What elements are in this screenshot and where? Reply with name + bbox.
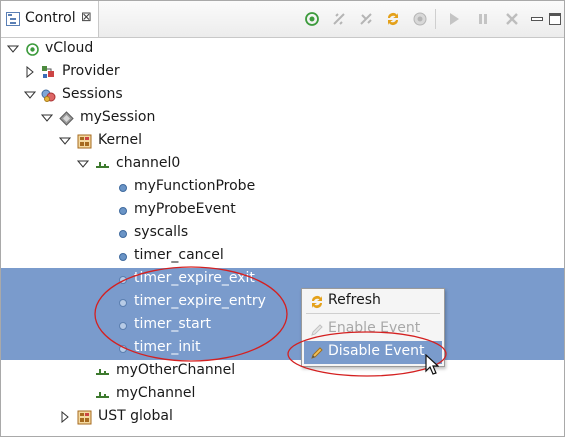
event-icon	[119, 322, 127, 330]
tree-node-other-channel[interactable]: myOtherChannel	[1, 360, 564, 383]
tree-node-event[interactable]: syscalls	[1, 222, 564, 245]
event-icon	[119, 345, 127, 353]
tree-node-session[interactable]: mySession	[1, 107, 564, 130]
control-view: Control ⊠ vCloud Provider Sessions mySes…	[0, 0, 565, 437]
provider-icon	[42, 66, 54, 78]
channel-icon	[96, 162, 109, 168]
tab-control[interactable]: Control ⊠	[1, 1, 99, 37]
control-tree: vCloud Provider Sessions mySession Kerne…	[1, 38, 564, 436]
menu-item-disable-event[interactable]: Disable Event	[304, 341, 442, 364]
tree-label: timer_expire_entry	[134, 293, 266, 309]
tree-node-ust-domain[interactable]: UST global	[1, 406, 564, 429]
tree-label: myFunctionProbe	[134, 178, 256, 194]
chevron-down-icon[interactable]	[41, 112, 53, 124]
menu-item-label: Disable Event	[328, 343, 425, 359]
tree-label: mySession	[80, 109, 156, 125]
tree-label: vCloud	[45, 40, 94, 56]
stop-icon[interactable]	[474, 10, 492, 28]
channel-icon	[96, 392, 109, 398]
tree-node-sessions[interactable]: Sessions	[1, 84, 564, 107]
tree-node-event-selected[interactable]: timer_expire_exit	[1, 268, 564, 291]
menu-item-enable-event[interactable]: Enable Event	[304, 318, 442, 341]
chevron-right-icon[interactable]	[59, 411, 71, 423]
record-icon[interactable]	[411, 10, 429, 28]
menu-item-label: Refresh	[328, 292, 381, 308]
control-view-icon	[6, 12, 20, 26]
view-title: Control	[25, 10, 76, 26]
session-icon	[59, 111, 74, 126]
context-menu: Refresh Enable Event Disable Event	[301, 288, 445, 367]
tree-node-event[interactable]: myFunctionProbe	[1, 176, 564, 199]
tree-label: Sessions	[62, 86, 123, 102]
tree-node-my-channel[interactable]: myChannel	[1, 383, 564, 406]
event-icon	[119, 276, 127, 284]
tree-label: myChannel	[116, 385, 196, 401]
tree-node-event-selected[interactable]: timer_expire_entry	[1, 291, 564, 314]
menu-separator	[306, 313, 440, 314]
pencil-icon	[311, 347, 323, 359]
event-icon	[119, 207, 127, 215]
tree-node-channel0[interactable]: channel0	[1, 153, 564, 176]
menu-item-refresh[interactable]: Refresh	[304, 290, 442, 313]
chevron-down-icon[interactable]	[7, 43, 19, 55]
tree-node-target[interactable]: vCloud	[1, 38, 564, 61]
refresh-icon[interactable]	[384, 10, 402, 28]
channel-icon	[96, 369, 109, 375]
tree-node-event-selected[interactable]: timer_start	[1, 314, 564, 337]
domain-icon	[77, 134, 92, 149]
chevron-down-icon[interactable]	[59, 135, 71, 147]
close-icon[interactable]: ⊠	[81, 10, 92, 25]
tree-label: syscalls	[134, 224, 189, 240]
tree-label: channel0	[116, 155, 181, 171]
chevron-down-icon[interactable]	[77, 158, 89, 170]
chevron-right-icon[interactable]	[24, 66, 36, 78]
toolbar-separator	[435, 9, 436, 29]
pencil-icon	[311, 324, 323, 336]
tree-node-event[interactable]: myProbeEvent	[1, 199, 564, 222]
disconnect-icon[interactable]	[330, 10, 348, 28]
sessions-icon	[41, 89, 56, 102]
refresh-icon	[312, 296, 322, 308]
tree-label: UST global	[98, 408, 173, 424]
event-icon	[119, 299, 127, 307]
tree-label: timer_expire_exit	[134, 270, 255, 286]
domain-icon	[77, 410, 92, 425]
chevron-down-icon[interactable]	[24, 89, 36, 101]
destroy-icon[interactable]	[503, 10, 521, 28]
tree-label: timer_start	[134, 316, 211, 332]
tree-node-kernel-domain[interactable]: Kernel	[1, 130, 564, 153]
event-icon	[119, 230, 127, 238]
tree-node-event[interactable]: timer_cancel	[1, 245, 564, 268]
tree-node-event-selected[interactable]: timer_init	[1, 337, 564, 360]
tree-label: timer_init	[134, 339, 201, 355]
tree-label: Provider	[62, 63, 120, 79]
view-header: Control ⊠	[1, 1, 564, 38]
event-icon	[119, 184, 127, 192]
delete-session-icon[interactable]	[357, 10, 375, 28]
tree-label: timer_cancel	[134, 247, 224, 263]
maximize-icon[interactable]	[546, 10, 564, 28]
tree-label: myOtherChannel	[116, 362, 236, 378]
tree-label: myProbeEvent	[134, 201, 236, 217]
start-icon[interactable]	[445, 10, 463, 28]
mouse-cursor-icon	[425, 354, 439, 375]
target-connected-icon	[26, 43, 39, 56]
minimize-icon[interactable]	[528, 10, 546, 28]
event-icon	[119, 253, 127, 261]
tree-label: Kernel	[98, 132, 142, 148]
connect-icon[interactable]	[303, 10, 321, 28]
menu-item-label: Enable Event	[328, 320, 421, 336]
tree-node-provider[interactable]: Provider	[1, 61, 564, 84]
